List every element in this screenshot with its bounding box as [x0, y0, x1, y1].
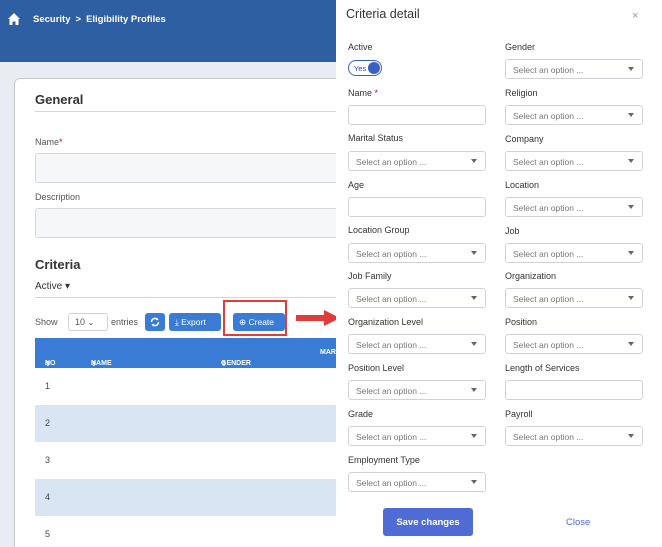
job-family-select[interactable]: Select an option ... — [348, 288, 486, 308]
active-toggle-label: Yes — [354, 64, 367, 73]
download-icon: ⤓ — [175, 317, 179, 327]
length-of-services-input[interactable] — [505, 380, 643, 400]
entries-length-select[interactable]: 10 ⌄ — [68, 313, 108, 331]
job-family-label: Job Family — [348, 271, 392, 281]
create-button-highlight — [223, 300, 287, 336]
sort-icon: ⇕ — [91, 361, 97, 368]
general-section-title: General — [35, 92, 84, 107]
toggle-knob — [368, 62, 380, 74]
chevron-down-icon — [471, 434, 477, 438]
religion-select[interactable]: Select an option ... — [505, 105, 643, 125]
chevron-down-icon — [471, 251, 477, 255]
export-button[interactable]: ⤓ Export — [169, 313, 221, 331]
age-input[interactable] — [348, 197, 486, 217]
position-select[interactable]: Select an option ... — [505, 334, 643, 354]
table-row[interactable]: 4 — [35, 479, 336, 516]
criteria-divider — [35, 297, 336, 298]
show-label: Show — [35, 317, 58, 327]
table-row[interactable]: 2 — [35, 405, 336, 442]
location-group-label: Location Group — [348, 225, 410, 235]
marital-status-label: Marital Status — [348, 133, 404, 143]
arrow-right-icon — [296, 310, 340, 326]
chevron-down-icon — [628, 67, 634, 71]
description-input[interactable] — [35, 208, 336, 238]
profile-card: General Name* Description Criteria Activ… — [14, 78, 336, 547]
active-toggle[interactable]: Yes — [348, 60, 382, 76]
religion-label: Religion — [505, 88, 538, 98]
grade-select[interactable]: Select an option ... — [348, 426, 486, 446]
gender-label: Gender — [505, 42, 536, 52]
chevron-down-icon — [471, 342, 477, 346]
job-label: Job — [505, 226, 520, 236]
position-level-label: Position Level — [348, 363, 405, 373]
name-label: Name * — [348, 88, 379, 98]
refresh-button[interactable] — [145, 313, 165, 331]
sort-icon: ⇕ — [45, 361, 51, 368]
home-icon[interactable] — [7, 12, 21, 26]
chevron-down-icon — [628, 296, 634, 300]
table-row[interactable]: 5 — [35, 516, 336, 547]
criteria-section-title: Criteria — [35, 257, 81, 272]
chevron-down-icon — [628, 342, 634, 346]
name-input[interactable] — [35, 153, 336, 183]
employment-type-label: Employment Type — [348, 455, 420, 465]
name-label: Name* — [35, 137, 63, 147]
criteria-table-header: NO ⇕ NAME ⇕ GENDER ⇕ MAR — [35, 338, 336, 368]
organization-level-label: Organization Level — [348, 317, 424, 327]
general-divider — [35, 111, 336, 112]
position-level-select[interactable]: Select an option ... — [348, 380, 486, 400]
location-select[interactable]: Select an option ... — [505, 197, 643, 217]
top-bar: Security > Eligibility Profiles — [0, 0, 336, 62]
chevron-down-icon — [628, 113, 634, 117]
entries-label: entries — [111, 317, 139, 327]
position-label: Position — [505, 317, 538, 327]
chevron-down-icon — [628, 251, 634, 255]
chevron-down-icon — [628, 205, 634, 209]
age-label: Age — [348, 180, 365, 190]
job-select[interactable]: Select an option ... — [505, 243, 643, 263]
column-marital[interactable]: MAR — [320, 349, 336, 356]
active-filter-dropdown[interactable]: Active ▾ — [35, 281, 70, 292]
chevron-down-icon — [471, 159, 477, 163]
chevron-down-icon — [628, 434, 634, 438]
organization-select[interactable]: Select an option ... — [505, 288, 643, 308]
payroll-select[interactable]: Select an option ... — [505, 426, 643, 446]
criteria-detail-modal: Criteria detail × Active Yes Name * Mari… — [336, 0, 662, 547]
organization-level-select[interactable]: Select an option ... — [348, 334, 486, 354]
company-select[interactable]: Select an option ... — [505, 151, 643, 171]
close-button[interactable]: Close — [566, 517, 590, 528]
employment-type-select[interactable]: Select an option ... — [348, 472, 486, 492]
chevron-down-icon — [628, 159, 634, 163]
active-label: Active — [348, 42, 373, 52]
gender-select[interactable]: Select an option ... — [505, 59, 643, 79]
name-input[interactable] — [348, 105, 486, 125]
table-row[interactable]: 3 — [35, 442, 336, 479]
company-label: Company — [505, 134, 544, 144]
description-label: Description — [35, 192, 81, 202]
chevron-down-icon — [471, 480, 477, 484]
close-icon[interactable]: × — [632, 10, 638, 22]
breadcrumb: Security > Eligibility Profiles — [33, 14, 166, 25]
payroll-label: Payroll — [505, 409, 533, 419]
location-group-select[interactable]: Select an option ... — [348, 243, 486, 263]
background-app: Security > Eligibility Profiles General Na… — [0, 0, 336, 547]
sort-icon: ⇕ — [221, 361, 227, 368]
chevron-down-icon — [471, 296, 477, 300]
marital-status-select[interactable]: Select an option ... — [348, 151, 486, 171]
chevron-down-icon: ▾ — [65, 281, 71, 292]
save-changes-button[interactable]: Save changes — [383, 508, 473, 536]
organization-label: Organization — [505, 271, 557, 281]
table-row[interactable]: 1 — [35, 368, 336, 405]
breadcrumb-security[interactable]: Security — [33, 14, 71, 25]
chevron-down-icon — [471, 388, 477, 392]
refresh-icon — [150, 317, 160, 327]
grade-label: Grade — [348, 409, 374, 419]
length-of-services-label: Length of Services — [505, 363, 580, 373]
location-label: Location — [505, 180, 540, 190]
breadcrumb-separator: > — [75, 14, 82, 25]
modal-title: Criteria detail — [346, 7, 420, 21]
breadcrumb-eligibility-profiles[interactable]: Eligibility Profiles — [86, 14, 166, 25]
